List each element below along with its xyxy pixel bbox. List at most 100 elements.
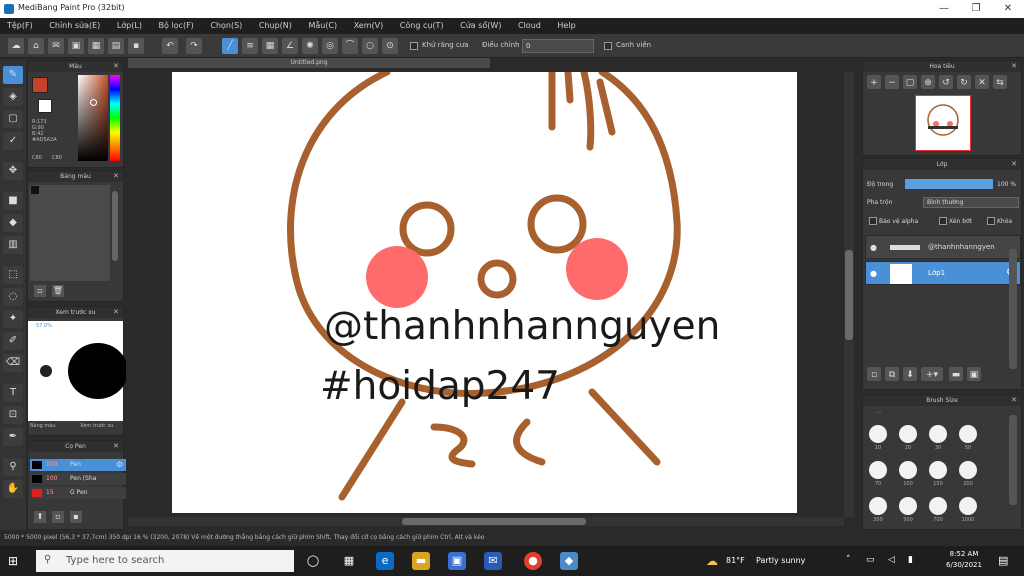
zoom-in-icon[interactable]: + <box>867 75 881 89</box>
battery-icon[interactable]: ▮ <box>908 555 913 565</box>
select-eraser-icon[interactable]: ⌫ <box>3 354 23 372</box>
lasso-tool-icon[interactable]: ◌ <box>3 288 23 306</box>
brush-size-option[interactable] <box>929 425 947 443</box>
move-tool-icon[interactable]: ✥ <box>3 162 23 180</box>
divide-tool-icon[interactable]: ⊡ <box>3 406 23 424</box>
snap-checkbox[interactable] <box>604 42 612 50</box>
brush-size-option[interactable] <box>869 461 887 479</box>
vanish-snap-icon[interactable]: ∠ <box>282 38 298 54</box>
brush-size-option[interactable] <box>899 461 917 479</box>
snap-off-icon[interactable]: ╱ <box>222 38 238 54</box>
pen-row[interactable]: 15 G Pen <box>30 487 130 499</box>
menu-color[interactable]: Mẫu(C) <box>301 18 344 34</box>
duplicate-layer-icon[interactable]: ⧉ <box>885 367 899 381</box>
saturation-cursor[interactable] <box>90 99 97 106</box>
menu-tools[interactable]: Công cụ(T) <box>393 18 451 34</box>
zoom-actual-icon[interactable]: ⊕ <box>921 75 935 89</box>
close-icon[interactable]: ✕ <box>1009 61 1019 72</box>
layer-row[interactable]: ● Lớp1 ⚙ <box>865 261 1021 285</box>
blend-select[interactable]: Bình thường <box>923 197 1019 208</box>
windows-start-icon[interactable]: ⊞ <box>8 554 22 568</box>
drawing-canvas[interactable]: @thanhnhannguyen #hoidap247 <box>172 72 797 513</box>
eyedropper-tool-icon[interactable]: ✒ <box>3 428 23 446</box>
close-button[interactable]: ✕ <box>992 0 1024 18</box>
chrome-icon[interactable]: ● <box>524 552 542 570</box>
horizontal-scrollbar[interactable] <box>128 517 844 526</box>
fill-tool-icon[interactable]: ◆ <box>3 214 23 232</box>
close-icon[interactable]: ✕ <box>1009 159 1019 170</box>
taskbar-search-input[interactable]: Type here to search <box>36 550 294 572</box>
brush-size-option[interactable] <box>929 461 947 479</box>
anti-alias-checkbox[interactable] <box>410 42 418 50</box>
mail-icon[interactable]: ✉ <box>484 552 502 570</box>
home-icon[interactable]: ⌂ <box>28 38 44 54</box>
select-pen-icon[interactable]: ✐ <box>3 332 23 350</box>
medibang-taskbar-icon[interactable]: ◆ <box>560 552 578 570</box>
gradient-tool-icon[interactable]: ▥ <box>3 236 23 254</box>
secondary-color-swatch[interactable] <box>38 99 52 113</box>
add-brush-icon[interactable]: ⬆ <box>34 511 46 523</box>
gear-icon[interactable]: ⚙ <box>116 460 123 469</box>
menu-help[interactable]: Help <box>550 18 582 34</box>
vertical-scroll-thumb[interactable] <box>845 250 853 340</box>
reset-rotation-icon[interactable]: ✕ <box>975 75 989 89</box>
tab-preview[interactable]: Xem trước xu <box>80 423 113 429</box>
network-icon[interactable]: ▭ <box>866 555 875 565</box>
vertical-scrollbar[interactable] <box>844 72 854 517</box>
correction-select[interactable]: 0 <box>522 39 594 53</box>
radial-snap-icon[interactable]: ✺ <box>302 38 318 54</box>
close-icon[interactable]: ✕ <box>111 61 121 72</box>
brush-size-option[interactable] <box>899 497 917 515</box>
brush-size-option[interactable] <box>869 425 887 443</box>
primary-color-swatch[interactable] <box>32 77 48 93</box>
save-icon[interactable]: ▪ <box>128 38 144 54</box>
widgets-icon[interactable]: ▦ <box>340 552 358 570</box>
palette-scrollbar[interactable] <box>112 191 118 261</box>
overview-thumbnail[interactable] <box>915 95 971 151</box>
delete-brush-icon[interactable]: ▪ <box>70 511 82 523</box>
layer-menu-icon[interactable]: ▣ <box>967 367 981 381</box>
brush-size-option[interactable] <box>959 497 977 515</box>
chevron-up-icon[interactable]: ˄ <box>846 555 851 565</box>
tab-palette[interactable]: Bảng màu <box>30 423 56 429</box>
close-icon[interactable]: ✕ <box>111 307 121 318</box>
menu-edit[interactable]: Chỉnh sửa(E) <box>42 18 107 34</box>
zoom-tool-icon[interactable]: ⚲ <box>3 458 23 476</box>
clock-time[interactable]: 8:52 AM <box>944 550 984 558</box>
redo-icon[interactable]: ↷ <box>186 38 202 54</box>
lock-checkbox[interactable] <box>987 217 995 225</box>
brush-size-scrollbar[interactable] <box>1009 415 1017 505</box>
opacity-slider[interactable] <box>905 179 993 189</box>
flip-icon[interactable]: ⇆ <box>993 75 1007 89</box>
magic-wand-icon[interactable]: ✦ <box>3 310 23 328</box>
chat-icon[interactable]: ✉ <box>48 38 64 54</box>
grid-icon[interactable]: ▦ <box>88 38 104 54</box>
brush-tool-icon[interactable]: ✎ <box>3 66 23 84</box>
hand-tool-icon[interactable]: ✋ <box>3 480 23 498</box>
file-explorer-icon[interactable]: ▬ <box>412 552 430 570</box>
dot-tool-icon[interactable]: ▢ <box>3 110 23 128</box>
menu-file[interactable]: Tệp(F) <box>0 18 40 34</box>
volume-icon[interactable]: ◁ <box>888 555 895 565</box>
new-layer-icon[interactable]: ▫ <box>867 367 881 381</box>
menu-cloud[interactable]: Cloud <box>511 18 548 34</box>
layer-row[interactable]: ● @thanhnhanngyen <box>865 235 1021 259</box>
brush-size-option[interactable] <box>959 425 977 443</box>
circle-snap-icon[interactable]: ◎ <box>322 38 338 54</box>
task-view-icon[interactable]: ◯ <box>304 552 322 570</box>
shape-tool-icon[interactable]: ■ <box>3 192 23 210</box>
copy-brush-icon[interactable]: ▫ <box>52 511 64 523</box>
pen-row[interactable]: 100 Pen (Sha <box>30 473 130 485</box>
close-icon[interactable]: ✕ <box>1009 395 1019 406</box>
fit-icon[interactable]: ▢ <box>903 75 917 89</box>
panel-icon[interactable]: ▤ <box>108 38 124 54</box>
curve-snap-icon[interactable]: ⌒ <box>342 38 358 54</box>
cloud-icon[interactable]: ☁ <box>8 38 24 54</box>
document-tab[interactable]: Untitled.png <box>128 58 490 68</box>
pen-row[interactable]: 100 Pen ⚙ <box>30 459 130 471</box>
store-icon[interactable]: ▣ <box>448 552 466 570</box>
eye-icon[interactable]: ● <box>870 243 877 252</box>
layer-scrollbar[interactable] <box>1009 249 1017 369</box>
minimize-button[interactable]: — <box>928 0 960 18</box>
parallel-snap-icon[interactable]: ≡ <box>242 38 258 54</box>
